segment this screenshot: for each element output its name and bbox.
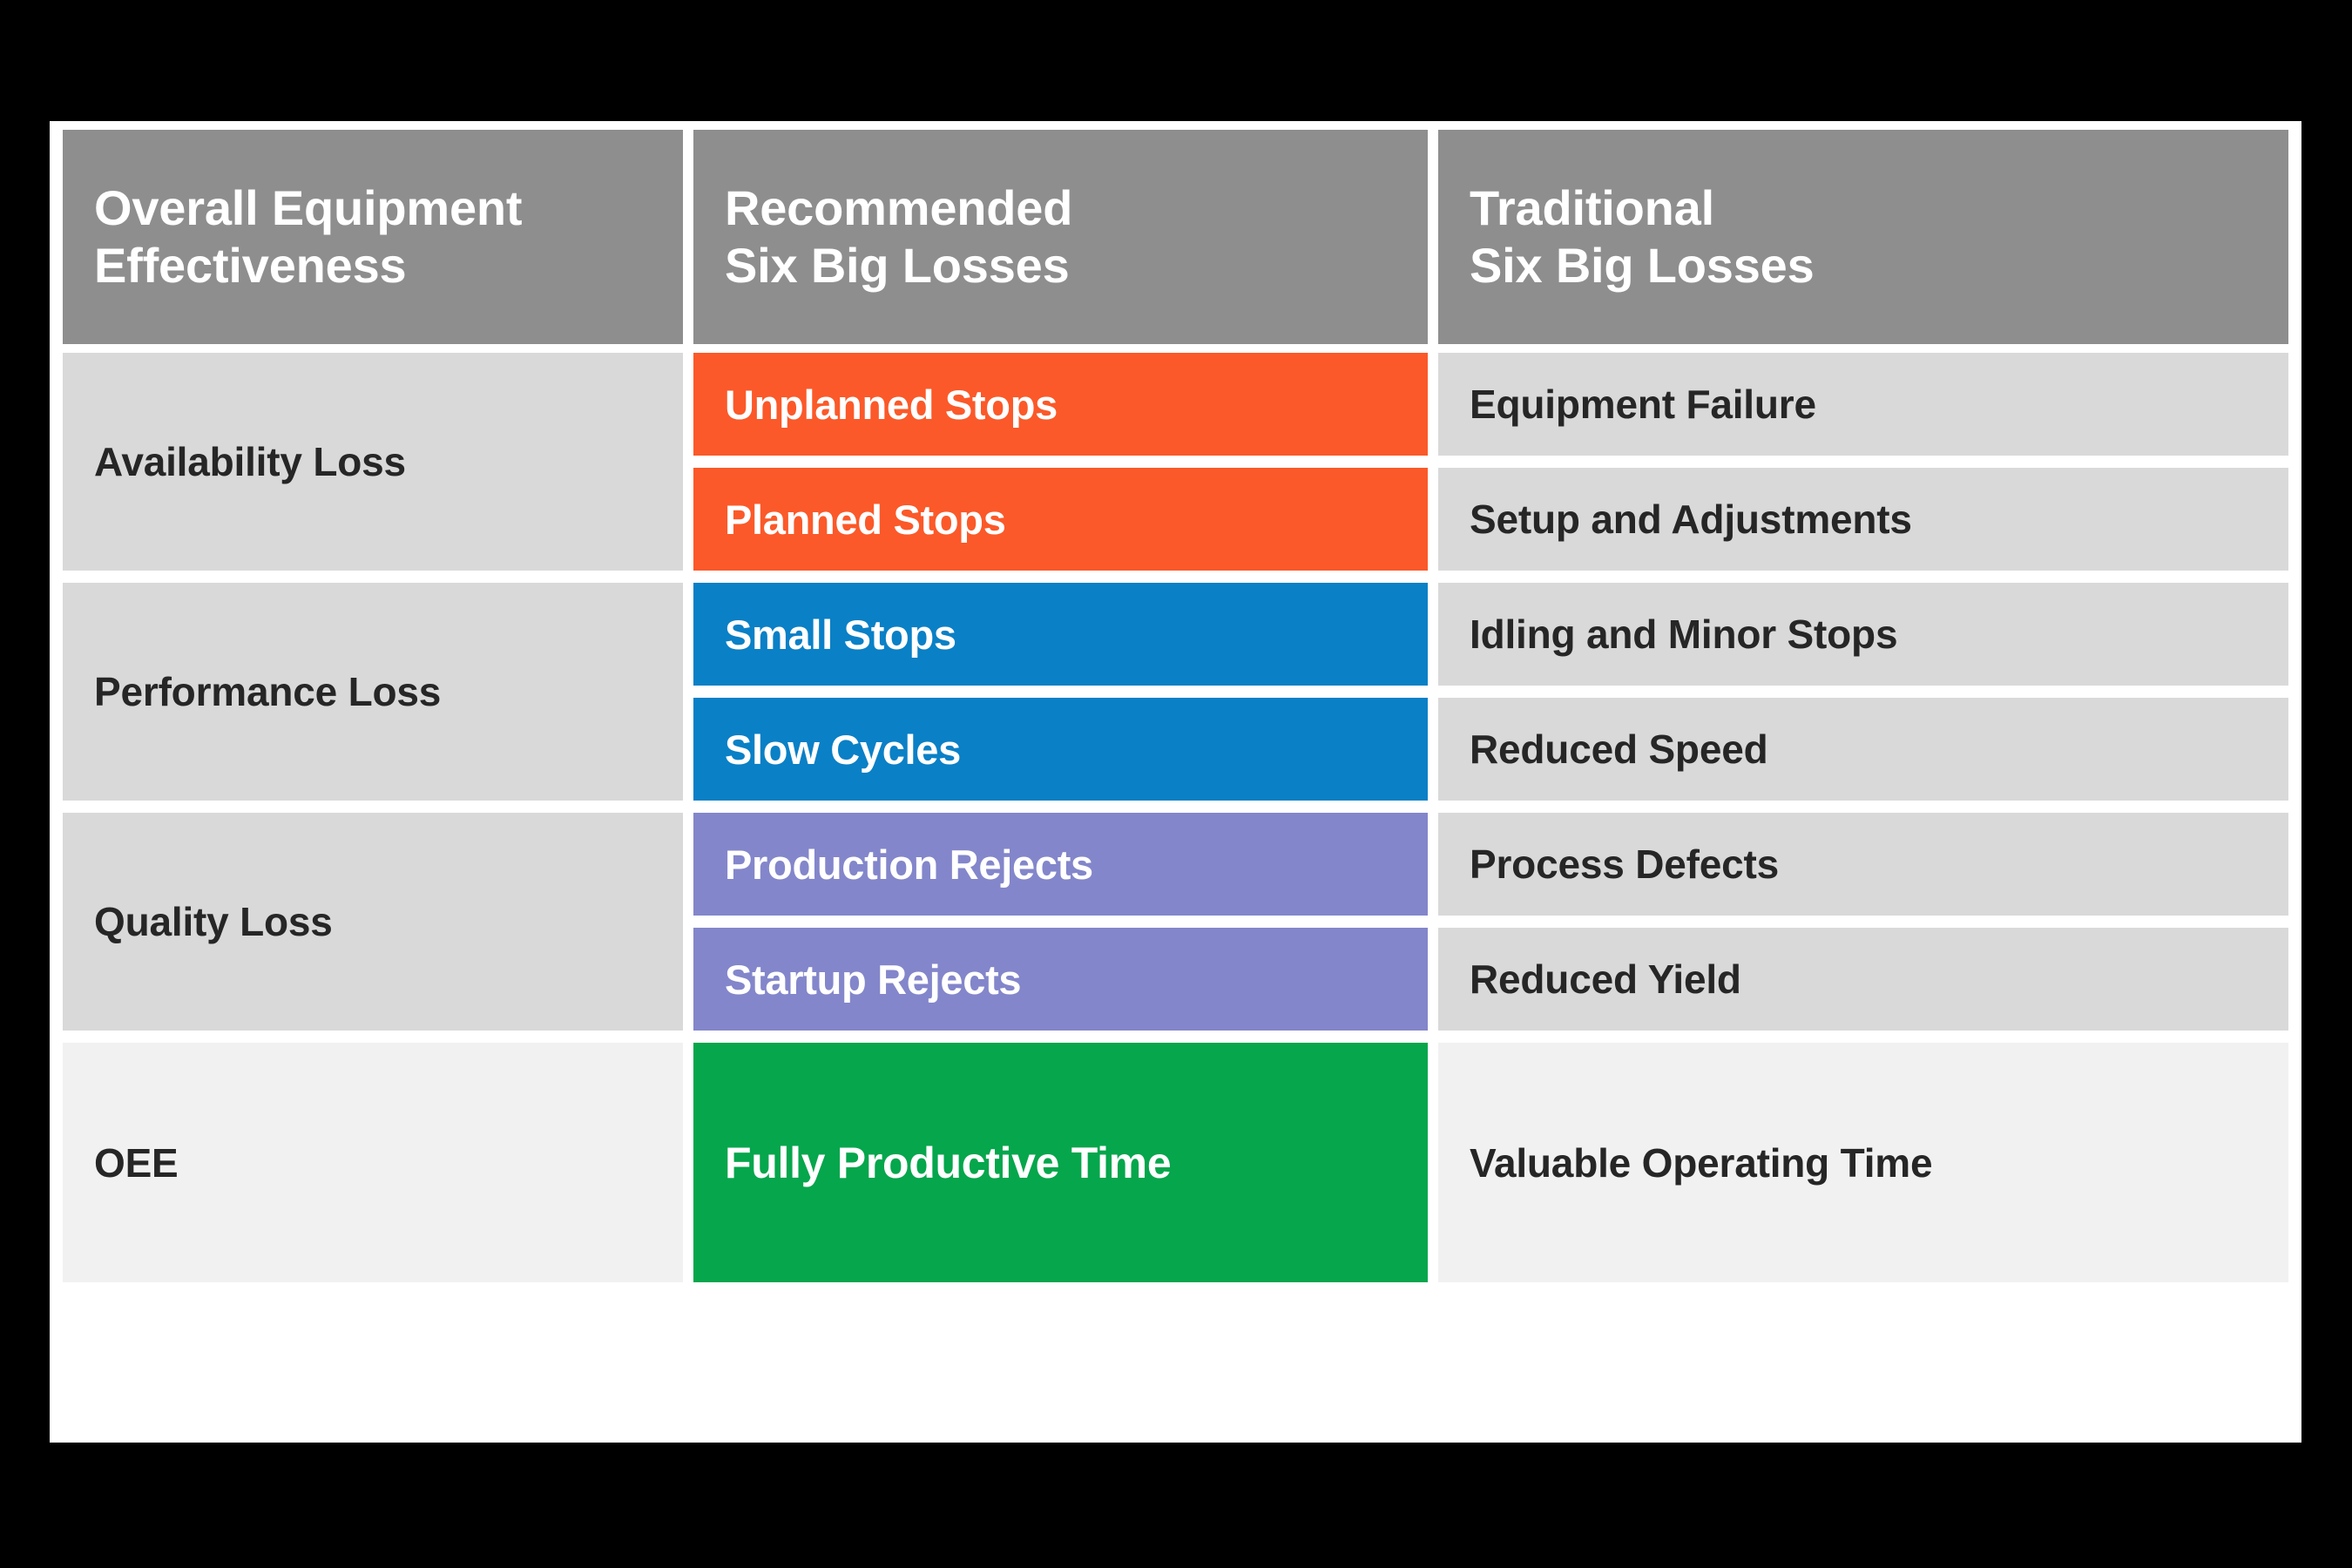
traditional-cell-idling-and-minor-stops: Idling and Minor Stops	[1438, 583, 2288, 686]
traditional-label-setup-and-adjustments: Setup and Adjustments	[1470, 497, 1912, 542]
row-gutter-availability-performance	[63, 571, 2288, 583]
recommended-label-planned-stops: Planned Stops	[725, 496, 1006, 543]
column-gutter-2-row3	[1428, 583, 1438, 801]
header-col2-line1: Recommended	[725, 179, 1073, 235]
column-gutter-1-row7	[683, 1043, 693, 1282]
table-header-overall-equipment-effectiveness: Overall Equipment Effectiveness	[63, 130, 683, 344]
column-gutter-1-row1	[683, 353, 693, 571]
comparison-table-card: Overall Equipment Effectiveness Recommen…	[50, 121, 2301, 1443]
recommended-cell-startup-rejects: Startup Rejects	[693, 928, 1428, 1031]
recommended-cell-slow-cycles: Slow Cycles	[693, 698, 1428, 801]
row-gutter-5-col3	[693, 916, 1428, 928]
header-col3-line1: Traditional	[1470, 179, 1714, 235]
category-cell-oee: OEE	[63, 1043, 683, 1282]
traditional-label-process-defects: Process Defects	[1470, 841, 1779, 887]
category-cell-quality-loss: Quality Loss	[63, 813, 683, 1031]
recommended-label-unplanned-stops: Unplanned Stops	[725, 381, 1058, 428]
column-gutter-1	[683, 130, 693, 344]
recommended-label-startup-rejects: Startup Rejects	[725, 956, 1022, 1003]
column-gutter-1-row3	[683, 583, 693, 801]
traditional-label-equipment-failure: Equipment Failure	[1470, 382, 1816, 427]
column-gutter-2	[1428, 130, 1438, 344]
category-label-quality-loss: Quality Loss	[94, 899, 333, 944]
table-header-traditional-six-big-losses: Traditional Six Big Losses	[1438, 130, 2288, 344]
traditional-cell-process-defects: Process Defects	[1438, 813, 2288, 916]
traditional-label-valuable-operating-time: Valuable Operating Time	[1470, 1139, 1933, 1186]
header-col1-line1: Overall Equipment	[94, 179, 523, 235]
column-gutter-2-row7	[1428, 1043, 1438, 1282]
column-gutter-2-row5	[1428, 813, 1438, 1031]
row-gutter-3-col5	[1438, 686, 2288, 698]
row-gutter-3-col3	[693, 686, 1428, 698]
traditional-label-idling-and-minor-stops: Idling and Minor Stops	[1470, 612, 1898, 657]
traditional-cell-reduced-speed: Reduced Speed	[1438, 698, 2288, 801]
column-gutter-2-row1	[1428, 353, 1438, 571]
row-gutter-quality-oee	[63, 1031, 2288, 1043]
traditional-cell-setup-and-adjustments: Setup and Adjustments	[1438, 468, 2288, 571]
header-col1-line2: Effectiveness	[94, 238, 407, 293]
row-gutter-1-col3	[693, 456, 1428, 468]
column-gutter-1-row5	[683, 813, 693, 1031]
row-gutter-1-col5	[1438, 456, 2288, 468]
recommended-cell-production-rejects: Production Rejects	[693, 813, 1428, 916]
category-cell-performance-loss: Performance Loss	[63, 583, 683, 801]
oee-six-big-losses-table: Overall Equipment Effectiveness Recommen…	[63, 130, 2288, 1434]
recommended-cell-small-stops: Small Stops	[693, 583, 1428, 686]
category-cell-availability-loss: Availability Loss	[63, 353, 683, 571]
traditional-cell-valuable-operating-time: Valuable Operating Time	[1438, 1043, 2288, 1282]
traditional-label-reduced-yield: Reduced Yield	[1470, 956, 1741, 1002]
recommended-cell-planned-stops: Planned Stops	[693, 468, 1428, 571]
header-col2-line2: Six Big Losses	[725, 238, 1070, 293]
recommended-label-production-rejects: Production Rejects	[725, 841, 1093, 888]
header-col3-line2: Six Big Losses	[1470, 238, 1815, 293]
traditional-cell-equipment-failure: Equipment Failure	[1438, 353, 2288, 456]
traditional-label-reduced-speed: Reduced Speed	[1470, 727, 1768, 772]
row-gutter-header	[63, 344, 2288, 353]
recommended-label-small-stops: Small Stops	[725, 611, 956, 658]
category-label-oee: OEE	[94, 1139, 179, 1186]
row-gutter-5-col5	[1438, 916, 2288, 928]
category-label-availability-loss: Availability Loss	[94, 439, 406, 484]
recommended-label-slow-cycles: Slow Cycles	[725, 726, 961, 773]
category-label-performance-loss: Performance Loss	[94, 669, 442, 714]
recommended-cell-fully-productive-time: Fully Productive Time	[693, 1043, 1428, 1282]
recommended-label-fully-productive-time: Fully Productive Time	[725, 1138, 1172, 1187]
page-background: Overall Equipment Effectiveness Recommen…	[0, 0, 2352, 1568]
traditional-cell-reduced-yield: Reduced Yield	[1438, 928, 2288, 1031]
row-gutter-performance-quality	[63, 801, 2288, 813]
table-header-recommended-six-big-losses: Recommended Six Big Losses	[693, 130, 1428, 344]
recommended-cell-unplanned-stops: Unplanned Stops	[693, 353, 1428, 456]
